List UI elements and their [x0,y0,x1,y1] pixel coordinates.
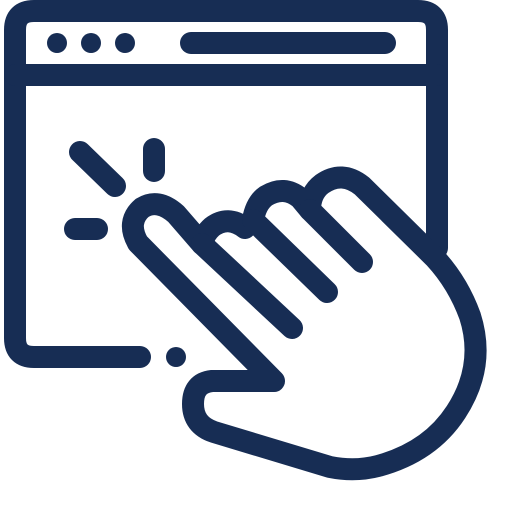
burst-line-icon [69,141,126,197]
window-dot-icon [47,33,67,53]
window-dot-icon [115,33,135,53]
browser-click-icon [0,0,512,512]
separator-dot-icon [166,347,186,367]
browser-click-svg [4,0,487,481]
window-dots [47,33,135,53]
pointing-hand-icon [121,166,487,481]
hand-outline [121,166,487,481]
window-dot-icon [81,33,101,53]
